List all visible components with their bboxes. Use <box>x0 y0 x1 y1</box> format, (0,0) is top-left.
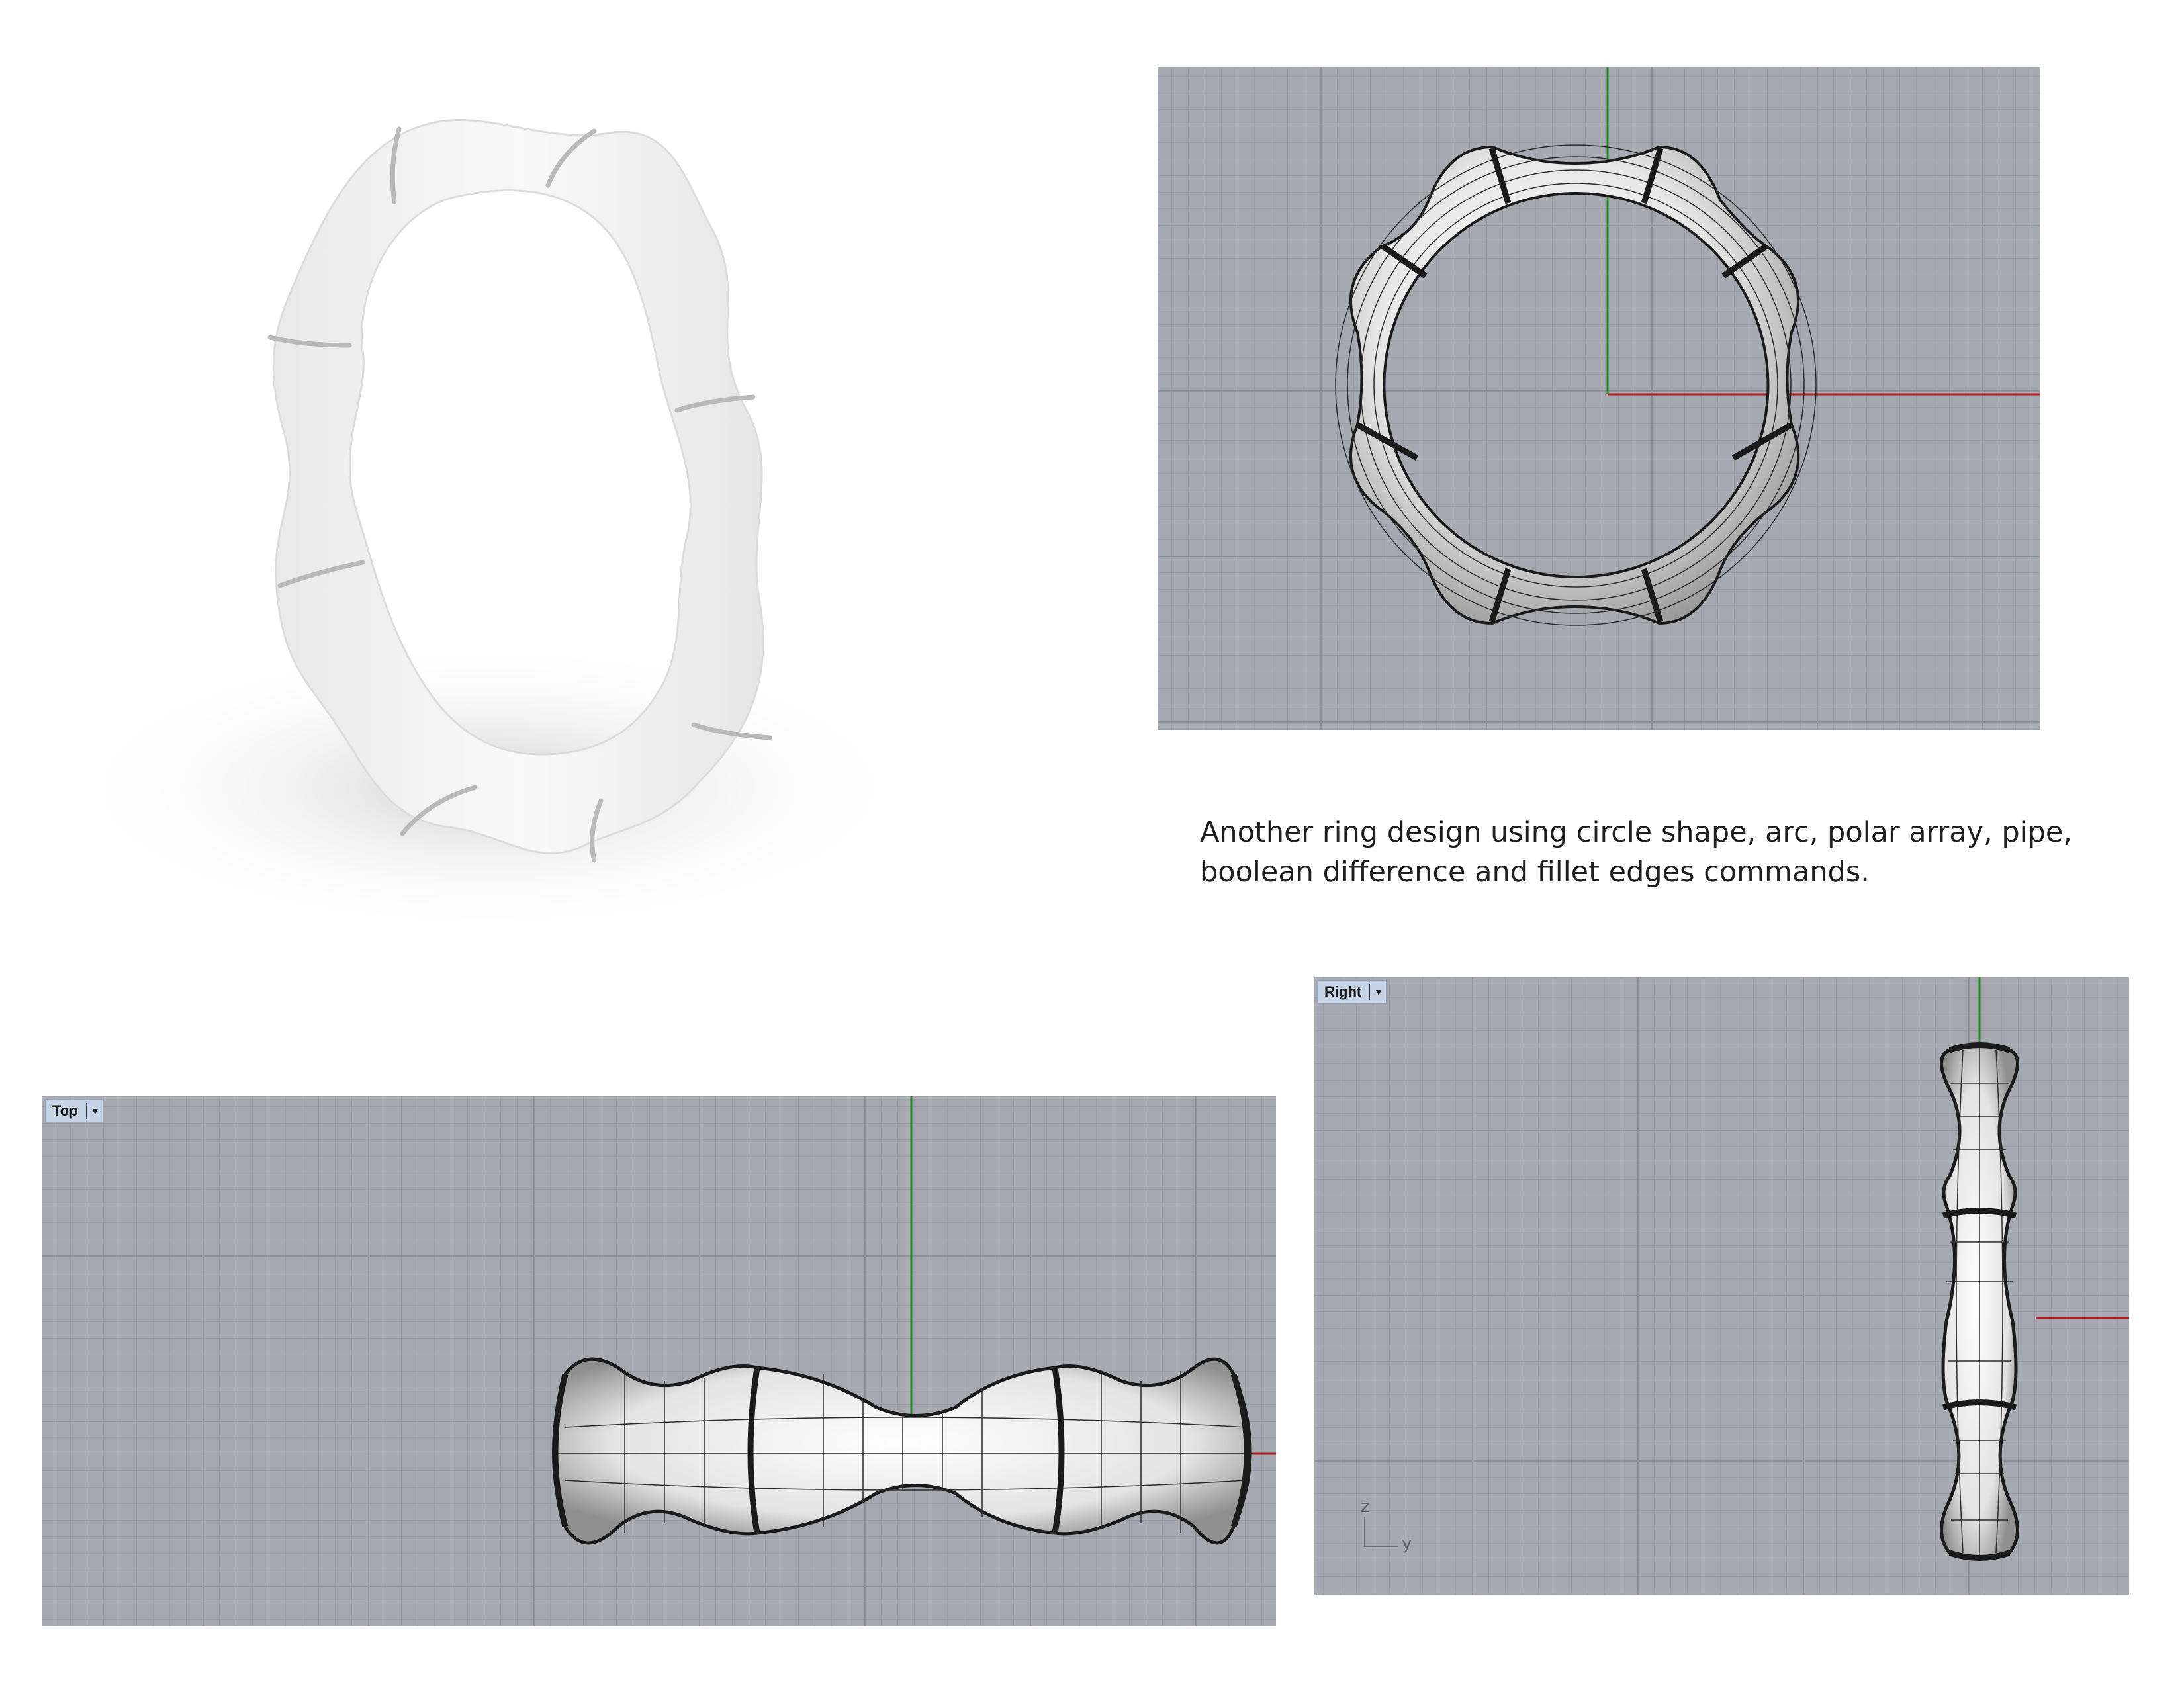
top-viewport[interactable]: Top ▼ <box>42 1096 1276 1626</box>
right-viewport[interactable]: Right ▼ z y <box>1314 977 2129 1595</box>
dropdown-triangle-icon[interactable]: ▼ <box>1374 987 1383 997</box>
viewport-label-right[interactable]: Right ▼ <box>1317 980 1387 1004</box>
rendered-ring-drawing <box>78 118 912 933</box>
viewport-title: Top <box>52 1102 78 1119</box>
axis-orientation-widget: z y <box>1351 1493 1424 1553</box>
perspective-viewport[interactable] <box>1158 67 2040 730</box>
right-ring-drawing <box>1940 977 2129 1561</box>
rendered-ring-image <box>78 99 1091 946</box>
label-separator <box>1369 984 1371 1000</box>
top-ring-drawing <box>552 1096 1276 1545</box>
axis-y-label: y <box>1402 1534 1412 1553</box>
dropdown-triangle-icon[interactable]: ▼ <box>91 1106 100 1116</box>
viewport-label-top[interactable]: Top ▼ <box>45 1099 103 1123</box>
caption-line-2: boolean difference and fillet edges comm… <box>1200 856 1870 889</box>
description-caption: Another ring design using circle shape, … <box>1200 813 2100 892</box>
caption-line-1: Another ring design using circle shape, … <box>1200 816 2073 849</box>
axis-widget-lines: z y <box>1361 1497 1412 1553</box>
label-separator <box>85 1103 87 1119</box>
ring-profile-top <box>552 1357 1252 1545</box>
perspective-ring-drawing <box>1335 67 2040 626</box>
viewport-title: Right <box>1324 983 1362 1000</box>
ring-isocurves <box>1335 144 1817 626</box>
axis-z-label: z <box>1361 1497 1370 1517</box>
